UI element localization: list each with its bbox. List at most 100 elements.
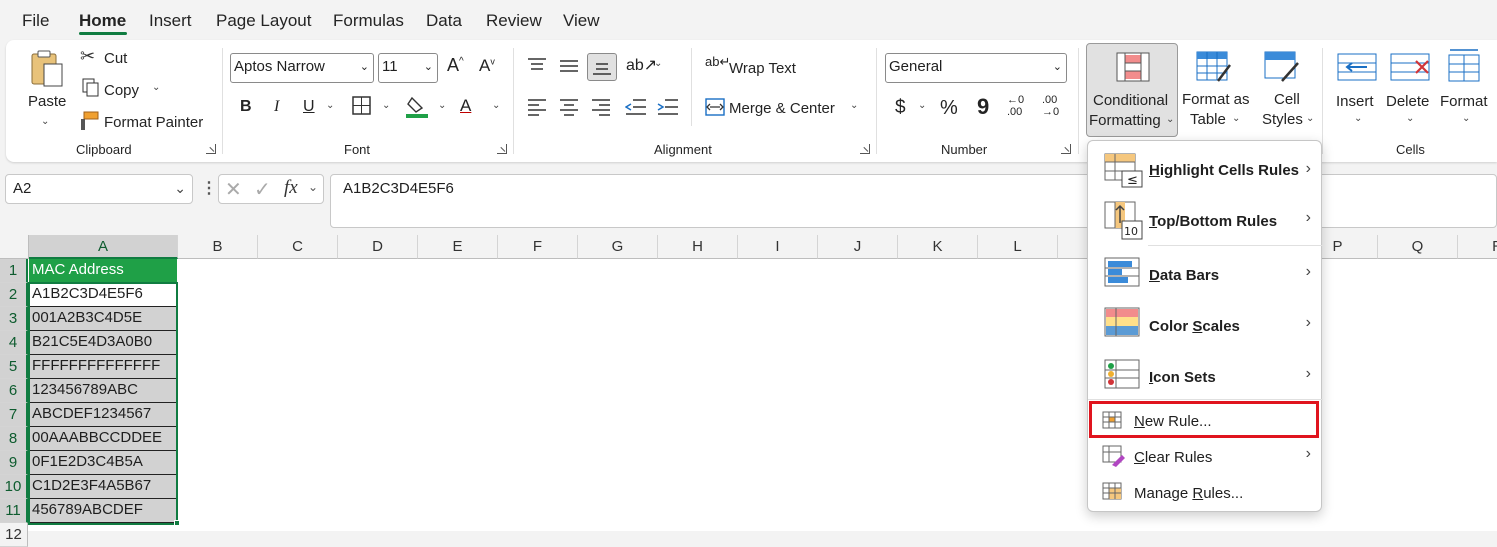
row-header-3[interactable]: 3 xyxy=(0,307,28,331)
menu-item-clear-rules[interactable]: Clear Rules › xyxy=(1088,439,1323,475)
increase-indent-icon[interactable] xyxy=(657,98,679,116)
bold-button[interactable]: B xyxy=(240,98,252,116)
menu-item-data-bars[interactable]: Data Bars › xyxy=(1088,249,1323,299)
row-header-9[interactable]: 9 xyxy=(0,451,28,475)
fill-color-icon[interactable] xyxy=(406,94,430,120)
font-color-dropdown-icon[interactable]: ⌄ xyxy=(492,100,500,111)
currency-dropdown-icon[interactable]: ⌄ xyxy=(918,100,926,111)
borders-dropdown-icon[interactable]: ⌄ xyxy=(382,100,390,111)
increase-decimal-button[interactable]: ←0.00 xyxy=(1007,94,1029,118)
row-header-6[interactable]: 6 xyxy=(0,379,28,403)
tab-review[interactable]: Review xyxy=(486,11,542,31)
row-header-5[interactable]: 5 xyxy=(0,355,28,379)
menu-item-manage-rules[interactable]: Manage Rules... xyxy=(1088,475,1323,511)
column-header-e[interactable]: E xyxy=(418,235,498,259)
align-center-icon[interactable] xyxy=(559,98,579,116)
tab-data[interactable]: Data xyxy=(426,11,462,31)
number-format-dropdown[interactable]: General ⌄ xyxy=(885,53,1067,83)
comma-style-button[interactable]: 9 xyxy=(977,94,989,120)
orientation-dropdown-icon[interactable]: ⌄ xyxy=(654,58,662,69)
format-painter-button[interactable]: Format Painter xyxy=(104,114,203,131)
insert-function-button[interactable]: fx xyxy=(284,177,298,199)
currency-button[interactable]: $ xyxy=(895,97,906,119)
row-header-2[interactable]: 2 xyxy=(0,283,28,307)
conditional-formatting-button[interactable]: Conditional Formatting ⌄ xyxy=(1086,43,1178,137)
cell-a3[interactable]: 001A2B3C4D5E xyxy=(29,307,177,331)
row-header-10[interactable]: 10 xyxy=(0,475,28,499)
align-bottom-button[interactable] xyxy=(587,53,617,81)
column-header-r[interactable]: R xyxy=(1458,235,1497,259)
name-box[interactable]: A2 ⌄ xyxy=(5,174,193,204)
cell-a8[interactable]: 00AAABBCCDDEE xyxy=(29,427,177,451)
row-header-1[interactable]: 1 xyxy=(0,259,28,283)
delete-cells-button[interactable]: Delete ⌄ xyxy=(1384,43,1436,137)
merge-center-button[interactable]: Merge & Center xyxy=(729,100,835,117)
column-header-a[interactable]: A xyxy=(29,235,178,259)
column-header-q[interactable]: Q xyxy=(1378,235,1458,259)
row-header-11[interactable]: 11 xyxy=(0,499,28,523)
cell-a4[interactable]: B21C5E4D3A0B0 xyxy=(29,331,177,355)
row-header-12[interactable]: 12 xyxy=(0,523,28,547)
column-header-f[interactable]: F xyxy=(498,235,578,259)
menu-item-icon-sets[interactable]: Icon Sets › xyxy=(1088,351,1323,401)
column-header-d[interactable]: D xyxy=(338,235,418,259)
number-launcher-icon[interactable] xyxy=(1061,144,1071,154)
column-header-k[interactable]: K xyxy=(898,235,978,259)
menu-item-highlight-cells-rules[interactable]: ≤ Highlight Cells Rules › xyxy=(1088,147,1323,197)
column-header-c[interactable]: C xyxy=(258,235,338,259)
wrap-text-button[interactable]: Wrap Text xyxy=(729,60,796,77)
borders-icon[interactable] xyxy=(352,96,372,116)
cell-a7[interactable]: ABCDEF1234567 xyxy=(29,403,177,427)
tab-formulas[interactable]: Formulas xyxy=(333,11,404,31)
chevron-down-icon[interactable]: ⌄ xyxy=(308,180,318,194)
tab-page-layout[interactable]: Page Layout xyxy=(216,11,311,31)
column-header-l[interactable]: L xyxy=(978,235,1058,259)
cell-styles-button[interactable]: Cell Styles ⌄ xyxy=(1254,43,1318,137)
column-header-h[interactable]: H xyxy=(658,235,738,259)
row-header-8[interactable]: 8 xyxy=(0,427,28,451)
clipboard-launcher-icon[interactable] xyxy=(206,144,216,154)
fill-color-dropdown-icon[interactable]: ⌄ xyxy=(438,100,446,111)
cut-button[interactable]: Cut xyxy=(104,50,127,67)
column-header-i[interactable]: I xyxy=(738,235,818,259)
row-header-4[interactable]: 4 xyxy=(0,331,28,355)
copy-button[interactable]: Copy xyxy=(104,82,139,99)
cancel-icon[interactable]: ✕ xyxy=(225,177,242,202)
select-all-corner[interactable] xyxy=(0,235,29,259)
decrease-indent-icon[interactable] xyxy=(625,98,647,116)
tab-view[interactable]: View xyxy=(563,11,600,31)
menu-item-top-bottom-rules[interactable]: 10 Top/Bottom Rules › xyxy=(1088,197,1323,245)
format-as-table-button[interactable]: Format as Table ⌄ xyxy=(1180,43,1250,137)
menu-item-color-scales[interactable]: Color Scales › xyxy=(1088,299,1323,351)
merge-center-dropdown-icon[interactable]: ⌄ xyxy=(850,100,858,111)
align-right-icon[interactable] xyxy=(591,98,611,116)
insert-cells-button[interactable]: Insert ⌄ xyxy=(1332,43,1382,137)
decrease-font-size-button[interactable]: Av xyxy=(479,56,495,76)
copy-dropdown-icon[interactable]: ⌄ xyxy=(152,82,160,93)
tab-home[interactable]: Home xyxy=(79,11,126,31)
align-top-icon[interactable] xyxy=(527,57,547,73)
font-name-dropdown[interactable]: Aptos Narrow ⌄ xyxy=(230,53,374,83)
format-cells-button[interactable]: Format ⌄ xyxy=(1438,43,1494,137)
cell-a6[interactable]: 123456789ABC xyxy=(29,379,177,403)
column-header-g[interactable]: G xyxy=(578,235,658,259)
cell-a11[interactable]: 456789ABCDEF xyxy=(29,499,177,523)
increase-font-size-button[interactable]: A^ xyxy=(447,55,464,76)
align-left-icon[interactable] xyxy=(527,98,547,116)
column-header-b[interactable]: B xyxy=(178,235,258,259)
underline-dropdown-icon[interactable]: ⌄ xyxy=(326,100,334,111)
cell-a9[interactable]: 0F1E2D3C4B5A xyxy=(29,451,177,475)
fill-handle[interactable] xyxy=(174,520,180,526)
align-middle-icon[interactable] xyxy=(559,59,579,75)
decrease-decimal-button[interactable]: .00 →0 xyxy=(1042,94,1064,118)
tab-file[interactable]: File xyxy=(22,11,49,31)
italic-button[interactable]: I xyxy=(274,98,279,116)
row-header-7[interactable]: 7 xyxy=(0,403,28,427)
cell-a2[interactable]: A1B2C3D4E5F6 xyxy=(29,283,177,307)
column-header-j[interactable]: J xyxy=(818,235,898,259)
font-color-button[interactable]: A xyxy=(460,96,471,116)
percent-button[interactable]: % xyxy=(940,97,958,120)
font-launcher-icon[interactable] xyxy=(497,144,507,154)
orientation-icon[interactable]: ab↗ xyxy=(626,55,657,75)
paste-button[interactable]: Paste ⌄ xyxy=(24,46,68,127)
